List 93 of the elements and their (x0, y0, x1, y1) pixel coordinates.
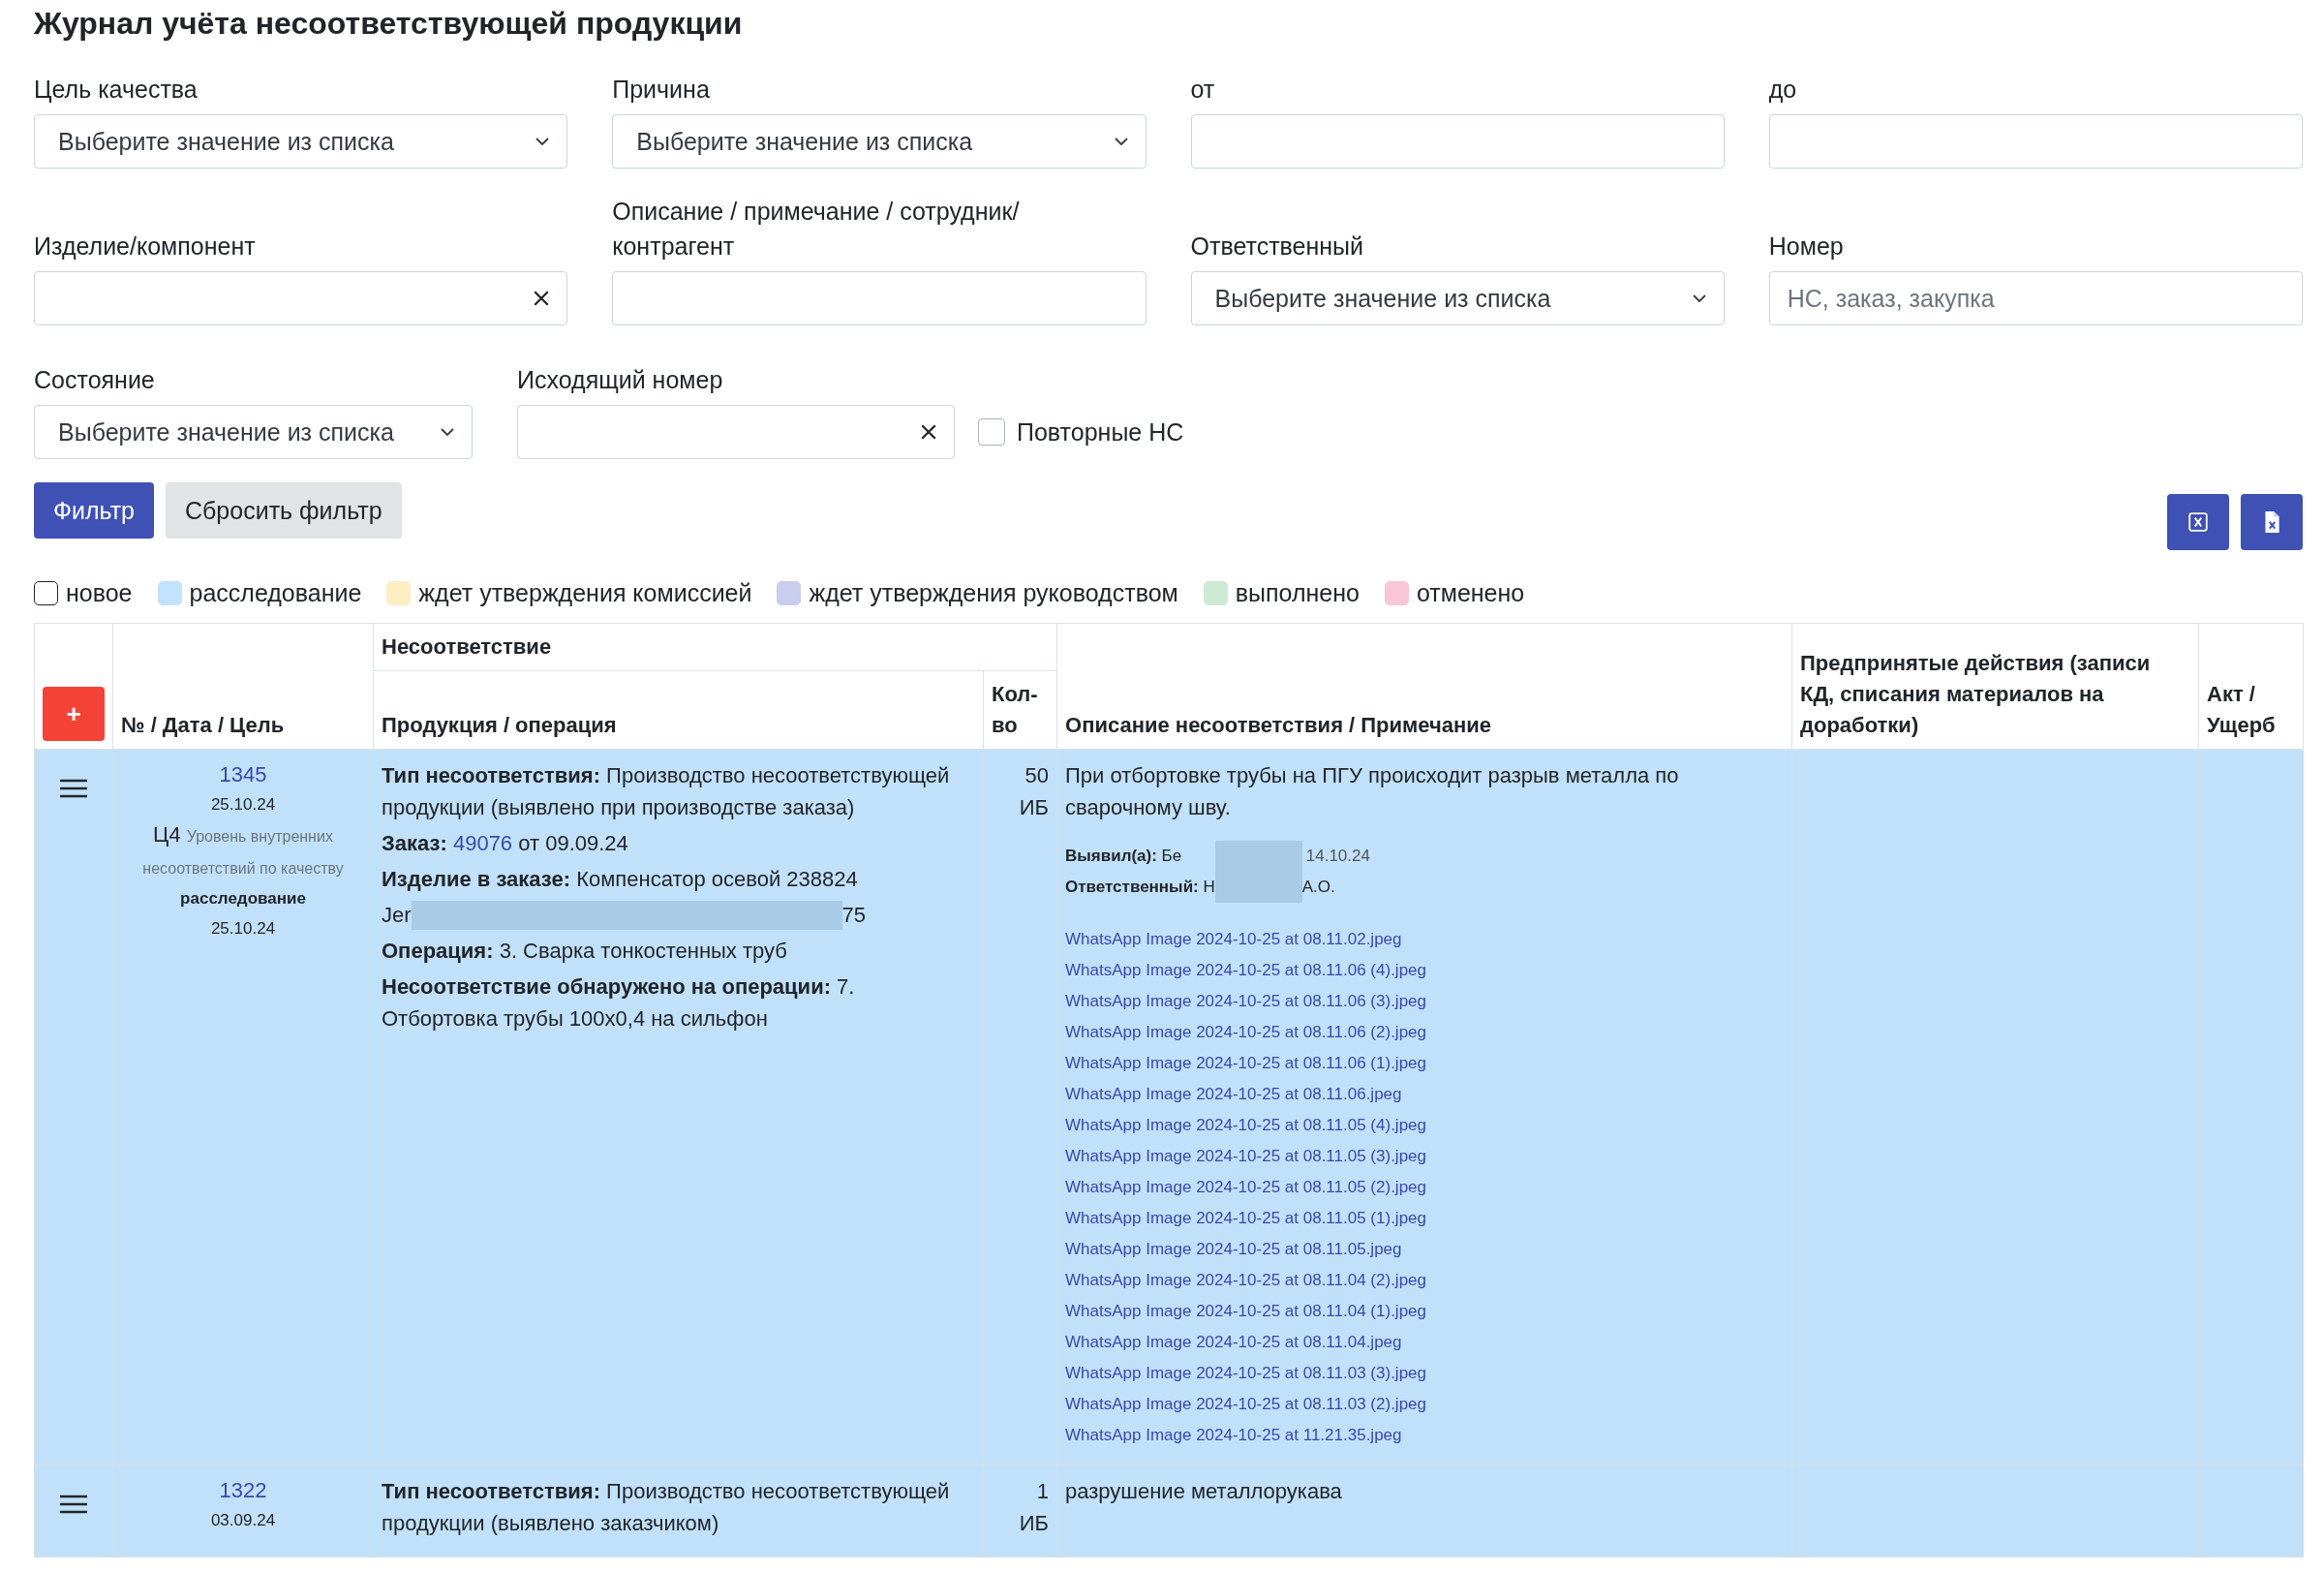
product-info-text: Операция: 3. Сварка тонкостенных труб (382, 938, 788, 965)
checkbox-label: Повторные НС (1017, 417, 1184, 447)
field-label: Ответственный (1190, 231, 1365, 262)
input-field[interactable]: НС, заказ, закупка (1768, 271, 2303, 325)
description-text: При отбортовке трубы на ПГУ происходит разрыв металла по сварочному шву. (1065, 762, 1680, 821)
attachment-link[interactable]: WhatsApp Image 2024-10-25 at 08.11.05 (4).jpeg (1065, 1116, 1426, 1134)
column-header: Продукция / операция (373, 670, 984, 750)
field-label: Изделие/компонент (34, 231, 257, 262)
checkbox[interactable] (978, 418, 1005, 446)
chevron-down-icon (1692, 294, 1706, 302)
attachment-link[interactable]: WhatsApp Image 2024-10-25 at 08.11.06 (1).jpeg (1065, 1054, 1426, 1072)
clear-icon[interactable] (533, 290, 551, 307)
page-title: Журнал учёта несоответствующей продукции (34, 5, 744, 41)
select-field[interactable]: Выберите значение из списка (1190, 271, 1725, 325)
unit: ИБ (1018, 794, 1049, 821)
field-label: от (1190, 75, 1216, 105)
input-field[interactable] (612, 271, 1147, 325)
chevron-down-icon (535, 138, 550, 145)
attachment-link[interactable]: WhatsApp Image 2024-10-25 at 11.21.35.jpeg (1065, 1426, 1402, 1444)
input-field[interactable] (517, 405, 955, 459)
product-info-text: 75 (841, 902, 867, 929)
order-info-text: Заказ: 49076 от 09.09.24 (382, 830, 629, 857)
select-field[interactable]: Выберите значение из списка (612, 114, 1147, 169)
record-date: 25.10.24 (209, 794, 277, 816)
record-number-link[interactable]: 1322 (219, 1478, 267, 1502)
excel-export-button[interactable] (2167, 494, 2229, 550)
column-header: № / Дата / Цель (112, 623, 374, 750)
attachment-link[interactable]: WhatsApp Image 2024-10-25 at 08.11.06 (3).jpeg (1065, 992, 1426, 1010)
attachment-link[interactable]: WhatsApp Image 2024-10-25 at 08.11.05 (2).jpeg (1065, 1178, 1426, 1196)
attachment-link[interactable]: WhatsApp Image 2024-10-25 at 08.11.03 (3).jpeg (1065, 1364, 1426, 1382)
reset-filter-button[interactable]: Сбросить фильтр (166, 482, 402, 539)
attachment-link[interactable]: WhatsApp Image 2024-10-25 at 08.11.04.jpeg (1065, 1333, 1402, 1351)
menu-icon[interactable] (60, 1495, 87, 1514)
attachment-link[interactable]: WhatsApp Image 2024-10-25 at 08.11.04 (2).jpeg (1065, 1271, 1426, 1289)
column-group-header: Несоответствие (373, 623, 1057, 671)
chevron-down-icon (1114, 138, 1128, 145)
quality-goal: Ц4 Уровень внутренних несоответствий по качеству (141, 821, 345, 879)
product-info-text: Тип несоответствия: Производство несоответствующей продукции (выявлено заказчиком) (382, 1478, 951, 1537)
product-info-text: Jer (382, 902, 412, 929)
attachment-link[interactable]: WhatsApp Image 2024-10-25 at 08.11.05 (3).jpeg (1065, 1147, 1426, 1165)
unit: ИБ (1018, 1510, 1049, 1537)
field-label: Цель качества (34, 75, 199, 105)
status-label: расследование (189, 579, 362, 607)
found-date: 14.10.24 (1305, 846, 1371, 867)
status-label: ждет утверждения руководством (809, 579, 1178, 607)
attachment-link[interactable]: WhatsApp Image 2024-10-25 at 08.11.03 (2).jpeg (1065, 1395, 1426, 1413)
column-header: Предпринятые действия (записи КД, списания материалов на доработки) (1791, 623, 2199, 750)
select-field[interactable]: Выберите значение из списка (34, 405, 473, 459)
attachment-link[interactable]: WhatsApp Image 2024-10-25 at 08.11.04 (1).jpeg (1065, 1302, 1426, 1320)
attachment-link[interactable]: WhatsApp Image 2024-10-25 at 08.11.06 (4).jpeg (1065, 961, 1426, 979)
record-number-link[interactable]: 1345 (219, 762, 267, 786)
chevron-down-icon (441, 428, 454, 436)
product-info-text: Несоответствие обнаружено на операции: 7. Отбортовка трубы 100x0,4 на сильфон (382, 973, 856, 1033)
clear-icon[interactable] (920, 423, 937, 441)
add-button[interactable]: + (43, 687, 105, 741)
attachment-link[interactable]: WhatsApp Image 2024-10-25 at 08.11.02.jpeg (1065, 930, 1402, 948)
column-header: Акт / Ущерб (2198, 623, 2304, 750)
column-header: Описание несоответствия / Примечание (1056, 623, 1792, 750)
found-by-text: Выявил(а): Бе (1065, 846, 1183, 867)
product-info-text: Тип несоответствия: Производство несоответствующей продукции (выявлено при производстве заказа) (382, 762, 951, 821)
field-label: до (1768, 75, 1798, 105)
attachment-link[interactable]: WhatsApp Image 2024-10-25 at 08.11.05.jpeg (1065, 1240, 1402, 1258)
select-field[interactable]: Выберите значение из списка (34, 114, 568, 169)
field-label: Исходящий номер (517, 365, 724, 395)
product-info-text: Изделие в заказе: Компенсатор осевой 238824 (382, 866, 859, 893)
quantity: 1 (1035, 1478, 1049, 1505)
file-export-button[interactable] (2241, 494, 2303, 550)
responsible-text: Ответственный: Н (1065, 877, 1215, 898)
status-label: новое (66, 579, 133, 607)
attachment-link[interactable]: WhatsApp Image 2024-10-25 at 08.11.05 (1).jpeg (1065, 1209, 1426, 1227)
input-field[interactable] (1768, 114, 2303, 169)
order-link[interactable]: 49076 (452, 831, 513, 855)
menu-icon[interactable] (60, 779, 87, 798)
record-date: 03.09.24 (209, 1510, 277, 1531)
field-label: Причина (612, 75, 711, 105)
input-field[interactable] (1190, 114, 1725, 169)
status-label: ждет утверждения комиссией (418, 579, 752, 607)
status-label: выполнено (1235, 579, 1360, 607)
state-date: 25.10.24 (209, 918, 277, 940)
field-label: Состояние (34, 365, 156, 395)
filter-button[interactable]: Фильтр (34, 482, 154, 539)
attachment-link[interactable]: WhatsApp Image 2024-10-25 at 08.11.06.jpeg (1065, 1085, 1402, 1103)
spreadsheet-icon (2187, 511, 2209, 533)
status-label: отменено (1416, 579, 1525, 607)
field-label: Номер (1768, 231, 1845, 262)
responsible-text: А.О. (1301, 877, 1336, 898)
field-label: Описание / примечание / сотрудник/ контрагент (612, 197, 1021, 262)
quantity: 50 (1024, 762, 1049, 789)
attachment-link[interactable]: WhatsApp Image 2024-10-25 at 08.11.06 (2).jpeg (1065, 1023, 1426, 1041)
description-text: разрушение металлорукава (1065, 1478, 1343, 1505)
input-field[interactable] (34, 271, 568, 325)
record-state: расследование (179, 888, 307, 910)
column-header: Кол-во (983, 670, 1057, 750)
